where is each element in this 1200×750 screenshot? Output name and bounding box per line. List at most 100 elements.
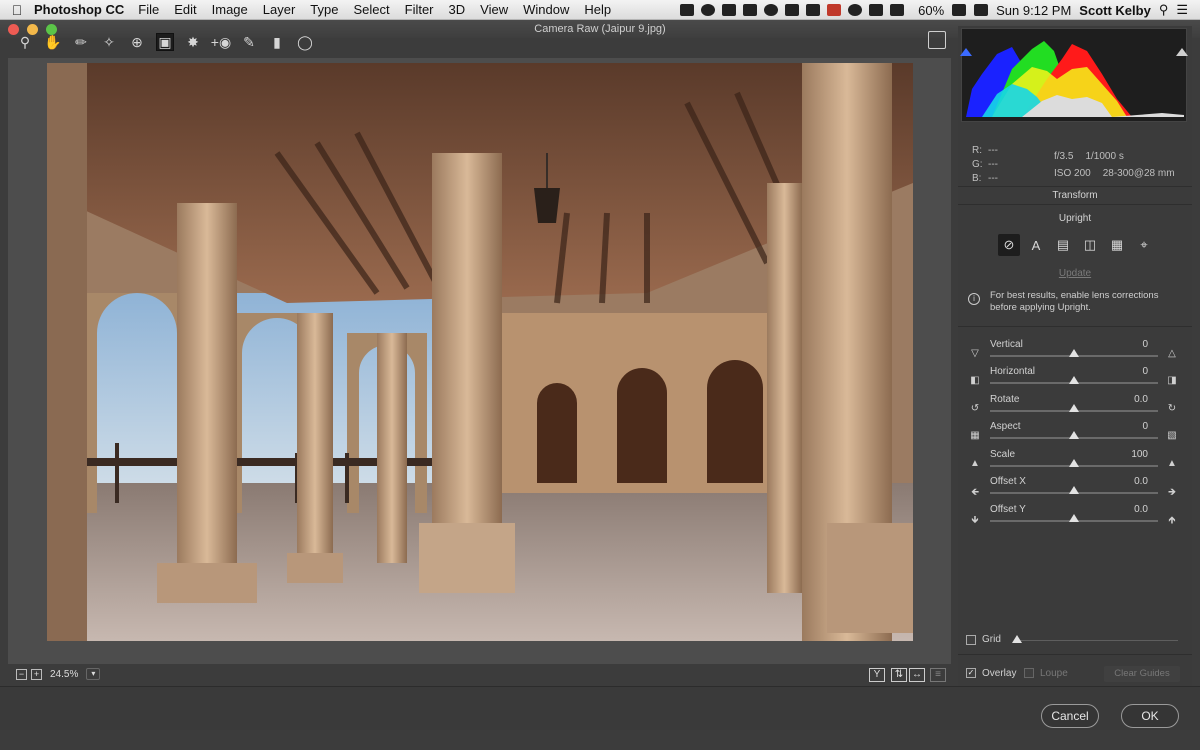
slider-thumb[interactable] xyxy=(1069,486,1079,494)
menu-filter[interactable]: Filter xyxy=(405,2,434,17)
clear-guides-button[interactable]: Clear Guides xyxy=(1104,666,1180,682)
color-sampler-icon[interactable]: ✧ xyxy=(100,33,118,51)
display-icon[interactable] xyxy=(806,4,821,16)
slider-offset-x[interactable]: 🡸 Offset X 0.0 🡺 xyxy=(958,476,1192,503)
clock[interactable]: Sun 9:12 PM xyxy=(996,3,1071,18)
slider-value[interactable]: 0.0 xyxy=(1108,504,1156,515)
red-eye-icon[interactable]: +◉ xyxy=(211,33,231,51)
menu-view[interactable]: View xyxy=(480,2,508,17)
loupe-checkbox[interactable] xyxy=(1024,668,1034,678)
user-name[interactable]: Scott Kelby xyxy=(1079,3,1151,18)
slider-value[interactable]: 0 xyxy=(1108,339,1156,350)
dropbox-icon[interactable] xyxy=(743,4,758,16)
dialog-footer: Cancel OK xyxy=(0,686,1200,730)
apple-menu-icon[interactable]:  xyxy=(0,2,34,18)
photo-preview[interactable] xyxy=(47,63,913,641)
zoom-out-button[interactable]: − xyxy=(16,668,27,680)
info-tray-icon[interactable] xyxy=(701,4,716,16)
spot-removal-icon[interactable]: ✸ xyxy=(184,33,202,51)
overlay-label: Overlay xyxy=(982,668,1017,679)
adjustment-brush-icon[interactable]: ✎ xyxy=(240,33,258,51)
spotlight-icon[interactable]: ⚲ xyxy=(1159,2,1169,18)
slider-value[interactable]: 0 xyxy=(1108,421,1156,432)
status-tray-icon[interactable] xyxy=(764,4,779,16)
camera-icon[interactable] xyxy=(680,4,695,16)
open-preferences-icon[interactable] xyxy=(928,31,946,49)
slider-offset-y[interactable]: 🡻 Offset Y 0.0 🡹 xyxy=(958,504,1192,531)
menu-layer[interactable]: Layer xyxy=(263,2,296,17)
slider-rotate[interactable]: ↺ Rotate 0.0 ↻ xyxy=(958,394,1192,421)
upright-off-icon[interactable]: ⊘ xyxy=(998,234,1020,256)
transform-icon[interactable]: ▣ xyxy=(156,33,174,51)
slider-value[interactable]: 0.0 xyxy=(1108,394,1156,405)
slider-horizontal[interactable]: ◧ Horizontal 0 ◨ xyxy=(958,366,1192,393)
zoom-dropdown[interactable]: ▾ xyxy=(86,668,101,680)
slider-thumb[interactable] xyxy=(1069,459,1079,467)
hand-icon[interactable]: ✋ xyxy=(44,33,62,51)
slider-scale[interactable]: ▲ Scale 100 ▲ xyxy=(958,449,1192,476)
slider-thumb[interactable] xyxy=(1069,514,1079,522)
slider-value[interactable]: 0.0 xyxy=(1108,476,1156,487)
evernote-icon[interactable] xyxy=(722,4,737,16)
menu-select[interactable]: Select xyxy=(353,2,389,17)
highlight-clipping-warning-icon[interactable] xyxy=(1176,48,1188,56)
slider-value[interactable]: 0 xyxy=(1108,366,1156,377)
app-menu[interactable]: Photoshop CC xyxy=(34,2,124,17)
slider-aspect[interactable]: ▦ Aspect 0 ▧ xyxy=(958,421,1192,448)
upright-guided-icon[interactable]: ⌖ xyxy=(1133,234,1155,256)
grid-size-thumb[interactable] xyxy=(1012,635,1022,643)
copy-settings-button[interactable]: ↔ xyxy=(909,668,925,682)
slider-vertical[interactable]: ▽ Vertical 0 △ xyxy=(958,339,1192,366)
aperture: f/3.5 xyxy=(1054,151,1074,162)
shutter-speed: 1/1000 s xyxy=(1085,151,1124,162)
ok-button[interactable]: OK xyxy=(1121,704,1179,728)
aspect-tall-icon: ▧ xyxy=(1167,430,1177,441)
slider-thumb[interactable] xyxy=(1069,376,1079,384)
slider-value[interactable]: 100 xyxy=(1108,449,1156,460)
rotate-cw-icon: ↻ xyxy=(1167,403,1177,414)
grid-size-track[interactable] xyxy=(1018,640,1178,641)
radial-filter-icon[interactable]: ◯ xyxy=(296,33,314,51)
white-balance-icon[interactable]: ✏ xyxy=(72,33,90,51)
zoom-icon[interactable]: ⚲ xyxy=(16,33,34,51)
image-canvas[interactable] xyxy=(8,58,951,664)
zoom-in-button[interactable]: + xyxy=(31,668,42,680)
app-tray-icon[interactable] xyxy=(785,4,800,16)
slider-thumb[interactable] xyxy=(1069,431,1079,439)
menu-file[interactable]: File xyxy=(138,2,159,17)
slider-thumb[interactable] xyxy=(1069,404,1079,412)
time-machine-icon[interactable] xyxy=(848,4,863,16)
notification-center-icon[interactable]: ☰ xyxy=(1176,2,1188,18)
cancel-button[interactable]: Cancel xyxy=(1041,704,1099,728)
battery-icon[interactable] xyxy=(952,4,967,16)
targeted-adjustment-icon[interactable]: ⊕ xyxy=(128,33,146,51)
menu-type[interactable]: Type xyxy=(310,2,338,17)
swap-settings-button[interactable]: ⇅ xyxy=(891,668,907,682)
shadow-clipping-warning-icon[interactable] xyxy=(960,48,972,56)
upright-vertical-icon[interactable]: ◫ xyxy=(1079,234,1101,256)
vertical-minus-icon: ▽ xyxy=(971,348,979,359)
menu-3d[interactable]: 3D xyxy=(449,2,466,17)
tip-text: For best results, enable lens correction… xyxy=(990,290,1159,313)
histogram[interactable] xyxy=(961,28,1187,122)
wifi-icon[interactable] xyxy=(890,4,905,16)
upright-level-icon[interactable]: ▤ xyxy=(1052,234,1074,256)
menu-window[interactable]: Window xyxy=(523,2,569,17)
blocked-icon[interactable] xyxy=(827,4,842,16)
menu-image[interactable]: Image xyxy=(212,2,248,17)
upright-full-icon[interactable]: ▦ xyxy=(1106,234,1128,256)
upright-auto-icon[interactable]: A xyxy=(1025,234,1047,256)
slider-thumb[interactable] xyxy=(1069,349,1079,357)
bluetooth-icon[interactable] xyxy=(869,4,884,16)
overlay-checkbox[interactable]: ✓ xyxy=(966,668,976,678)
menu-help[interactable]: Help xyxy=(584,2,611,17)
menu-edit[interactable]: Edit xyxy=(174,2,196,17)
volume-icon[interactable] xyxy=(974,4,989,16)
right-panel: R: --- G: --- B: --- f/3.5 1/1000 s ISO 200 2… xyxy=(958,26,1192,686)
grid-checkbox[interactable] xyxy=(966,635,976,645)
preview-preferences-button[interactable]: ≡ xyxy=(930,668,946,682)
before-after-view-button[interactable]: Y xyxy=(869,668,885,682)
update-link[interactable]: Update xyxy=(958,268,1192,279)
menu-bar:  Photoshop CC File Edit Image Layer Typ… xyxy=(0,0,1200,20)
graduated-filter-icon[interactable]: ▮ xyxy=(268,33,286,51)
